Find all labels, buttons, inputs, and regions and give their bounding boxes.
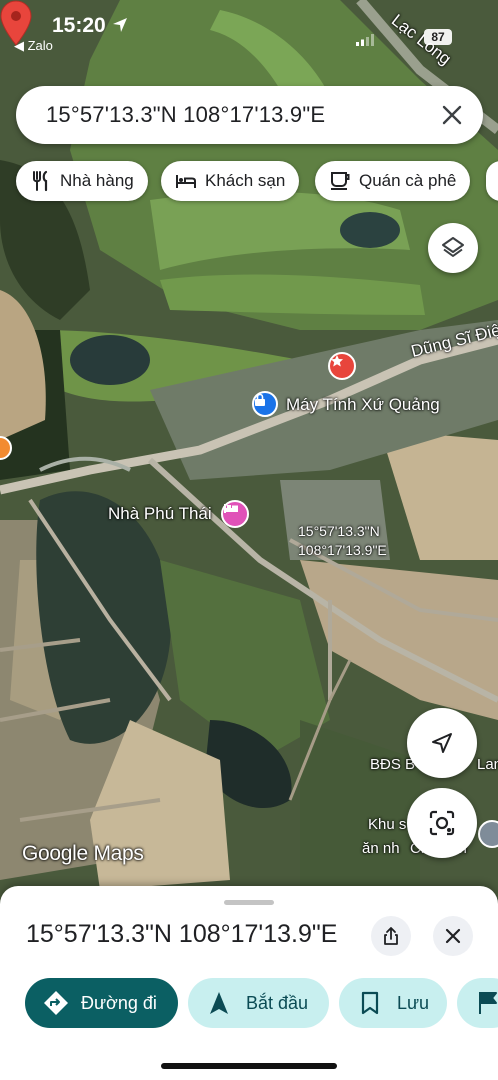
home-indicator[interactable]: [161, 1063, 337, 1069]
utensils-icon: [33, 170, 48, 192]
poi-khu-label-line2: ăn nh: [362, 840, 400, 857]
search-query[interactable]: 15°57'13.3"N 108°17'13.9"E: [46, 102, 325, 128]
google-maps-watermark: Google Maps: [22, 842, 144, 865]
bed-icon: [176, 175, 196, 188]
poi-hotel-marker[interactable]: [221, 500, 249, 528]
poi-computer-label[interactable]: Máy Tính Xứ Quảng: [286, 395, 440, 415]
close-sheet-button[interactable]: [433, 916, 473, 956]
pin-label-lat: 15°57'13.3"N: [298, 523, 380, 539]
more-actions-button[interactable]: [457, 978, 498, 1028]
navigation-arrow-icon: [432, 733, 452, 753]
close-icon[interactable]: [439, 102, 465, 128]
star-icon: [331, 355, 343, 367]
directions-icon: [44, 991, 68, 1015]
start-label: Bắt đầu: [246, 992, 309, 1013]
poi-red-marker[interactable]: [328, 352, 356, 380]
pin-label-lng: 108°17'13.9"E: [298, 542, 387, 558]
poi-khu-label[interactable]: Khu s: [368, 816, 406, 833]
chip-more[interactable]: [486, 161, 498, 201]
save-label: Lưu: [397, 992, 430, 1013]
close-icon: [445, 928, 461, 944]
sheet-drag-handle[interactable]: [224, 900, 274, 905]
chip-hotels[interactable]: Khách sạn: [161, 161, 300, 201]
poi-grey-marker[interactable]: [478, 820, 498, 848]
directions-button[interactable]: Đường đi: [25, 978, 178, 1028]
chip-label: Nhà hàng: [60, 171, 134, 190]
pin-coordinates-label: 15°57'13.3"N 108°17'13.9"E: [298, 522, 387, 560]
google-lens-button[interactable]: [407, 788, 477, 858]
place-bottom-sheet[interactable]: 15°57'13.3"N 108°17'13.9"E Đường đi Bắt …: [0, 886, 498, 1080]
save-button[interactable]: Lưu: [339, 978, 447, 1028]
start-button[interactable]: Bắt đầu: [188, 978, 329, 1028]
poi-bds-suffix: Lan: [477, 756, 498, 773]
bed-icon: [224, 504, 238, 513]
navigation-arrow-icon: [210, 992, 228, 1014]
flag-icon: [479, 992, 497, 1014]
coffee-icon: [331, 172, 350, 190]
my-location-button[interactable]: [407, 708, 477, 778]
status-bar: 15:20 ◀ Zalo 87: [0, 0, 498, 56]
location-arrow-icon: [113, 18, 127, 32]
cellular-signal-icon: [356, 34, 374, 46]
share-button[interactable]: [371, 916, 411, 956]
chip-label: Quán cà phê: [359, 171, 457, 190]
chip-restaurants[interactable]: Nhà hàng: [16, 161, 148, 201]
layers-button[interactable]: [428, 223, 478, 273]
poi-hotel-label[interactable]: Nhà Phú Thái: [108, 504, 212, 524]
category-chips: Nhà hàng Khách sạn Quán cà phê: [0, 161, 498, 203]
search-bar[interactable]: 15°57'13.3"N 108°17'13.9"E: [16, 86, 483, 144]
share-icon: [384, 927, 398, 945]
bookmark-icon: [361, 991, 379, 1015]
battery-indicator: 87: [424, 29, 452, 45]
place-title: 15°57'13.3"N 108°17'13.9"E: [26, 920, 338, 948]
chip-cafes[interactable]: Quán cà phê: [315, 161, 471, 201]
layers-icon: [442, 237, 464, 257]
poi-bds-label[interactable]: BĐS B: [370, 756, 415, 773]
status-time: 15:20: [52, 14, 106, 37]
back-to-app-link[interactable]: ◀ Zalo: [14, 38, 53, 54]
chip-label: Khách sạn: [205, 171, 286, 190]
lock-icon: [255, 393, 265, 406]
poi-computer-marker[interactable]: [252, 391, 278, 417]
directions-label: Đường đi: [81, 992, 157, 1013]
camera-search-icon: [429, 810, 455, 836]
